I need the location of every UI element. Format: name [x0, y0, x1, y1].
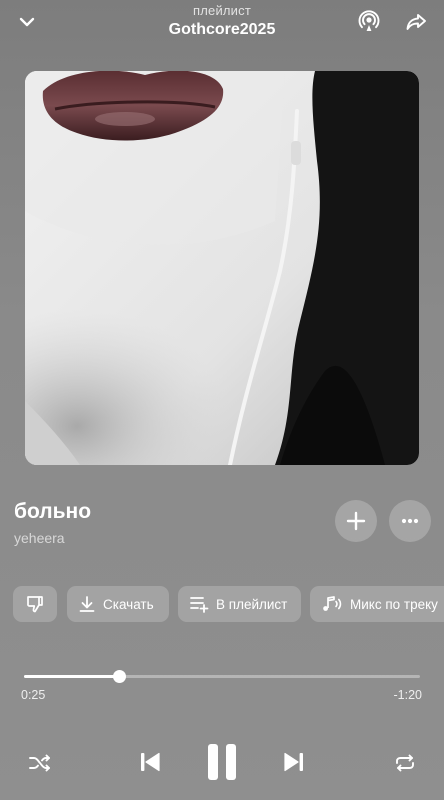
repeat-icon [396, 754, 414, 772]
album-cover [25, 71, 419, 465]
album-cover-photo [25, 71, 419, 465]
player-screen: плейлист Gothcore2025 больно yeheera Ска… [0, 0, 444, 800]
shuffle-button[interactable] [24, 747, 56, 779]
shuffle-icon [29, 754, 50, 772]
dislike-button[interactable] [13, 586, 57, 622]
progress-fill [24, 675, 120, 678]
previous-button[interactable] [133, 745, 167, 779]
chevron-down-icon [19, 17, 35, 27]
download-label: Скачать [103, 596, 154, 612]
next-button[interactable] [277, 745, 311, 779]
share-button[interactable] [398, 4, 434, 40]
progress-handle[interactable] [113, 670, 127, 683]
mix-label: Микс по треку [350, 596, 438, 612]
plus-icon [346, 511, 366, 531]
previous-track-icon [141, 752, 160, 772]
progress-bar[interactable] [24, 670, 420, 683]
track-mix-button[interactable]: Микс по треку [310, 586, 444, 622]
collapse-button[interactable] [9, 4, 45, 40]
time-elapsed: 0:25 [21, 688, 46, 702]
cast-button[interactable] [351, 4, 387, 40]
download-icon [78, 595, 96, 613]
music-note-wave-icon [321, 595, 343, 613]
track-artist[interactable]: yeheera [14, 529, 65, 547]
pause-button[interactable] [199, 739, 245, 785]
playlist-add-icon [189, 595, 209, 613]
playlist-title[interactable]: Gothcore2025 [100, 19, 344, 41]
next-track-icon [284, 752, 303, 772]
download-button[interactable]: Скачать [67, 586, 169, 622]
more-button[interactable] [389, 500, 431, 542]
add-button[interactable] [335, 500, 377, 542]
airplay-broadcast-icon [358, 10, 380, 31]
repeat-button[interactable] [389, 747, 421, 779]
header-info: плейлист Gothcore2025 [100, 3, 344, 41]
thumbs-down-icon [27, 596, 43, 613]
pause-icon [208, 744, 236, 780]
track-title: больно [14, 500, 92, 523]
add-to-playlist-button[interactable]: В плейлист [178, 586, 301, 622]
more-dots-icon [401, 518, 419, 524]
playlist-label: плейлист [192, 3, 252, 18]
share-arrow-icon [406, 14, 426, 30]
time-remaining: -1:20 [393, 688, 423, 702]
playlist-label: В плейлист [216, 596, 288, 612]
